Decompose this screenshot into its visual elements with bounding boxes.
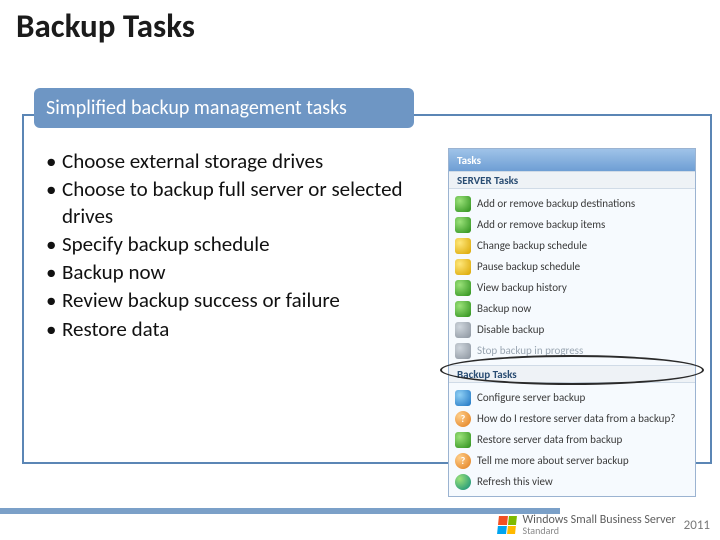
- bullet-item: •Backup now: [46, 259, 436, 285]
- brand-year: 2011: [684, 518, 710, 533]
- brand-logo: Windows Small Business Server Standard 2…: [498, 514, 710, 536]
- task-row[interactable]: Add or remove backup items: [449, 214, 695, 235]
- slide-title: Backup Tasks: [16, 6, 195, 46]
- bullet-text: Restore data: [62, 316, 436, 342]
- bullet-item: •Review backup success or failure: [46, 287, 436, 313]
- task-label: How do I restore server data from a back…: [477, 412, 675, 425]
- brand-text: Windows Small Business Server Standard: [522, 514, 675, 536]
- backup-icon: [455, 301, 471, 317]
- bullet-dot: •: [46, 148, 62, 174]
- windows-flag-icon: [498, 516, 518, 534]
- task-label: Add or remove backup items: [477, 218, 605, 231]
- drive-icon: [455, 217, 471, 233]
- help-icon: [455, 411, 471, 427]
- task-row[interactable]: Restore server data from backup: [449, 429, 695, 450]
- bullet-dot: •: [46, 259, 62, 285]
- task-label: Change backup schedule: [477, 239, 587, 252]
- bullet-item: •Choose to backup full server or selecte…: [46, 176, 436, 229]
- brand-bottom: Standard: [522, 526, 675, 536]
- bullet-text: Review backup success or failure: [62, 287, 436, 313]
- bullet-item: •Restore data: [46, 316, 436, 342]
- task-label: Configure server backup: [477, 391, 585, 404]
- task-row[interactable]: Change backup schedule: [449, 235, 695, 256]
- configure-icon: [455, 390, 471, 406]
- task-label: Backup now: [477, 302, 531, 315]
- bullet-dot: •: [46, 287, 62, 313]
- help-icon: [455, 453, 471, 469]
- server-tasks-section-title: SERVER Tasks: [449, 171, 695, 189]
- tasks-pane-header: Tasks: [449, 149, 695, 171]
- task-label: Refresh this view: [477, 475, 553, 488]
- task-row[interactable]: Add or remove backup destinations: [449, 193, 695, 214]
- clock-icon: [455, 238, 471, 254]
- backup-tasks-list: Configure server backup How do I restore…: [449, 383, 695, 496]
- task-label: Tell me more about server backup: [477, 454, 629, 467]
- task-row[interactable]: Tell me more about server backup: [449, 450, 695, 471]
- task-row[interactable]: Stop backup in progress: [449, 340, 695, 361]
- task-label: Pause backup schedule: [477, 260, 580, 273]
- bullet-item: •Choose external storage drives: [46, 148, 436, 174]
- bullet-text: Specify backup schedule: [62, 231, 436, 257]
- task-row[interactable]: Configure server backup: [449, 387, 695, 408]
- task-row[interactable]: How do I restore server data from a back…: [449, 408, 695, 429]
- task-row[interactable]: Pause backup schedule: [449, 256, 695, 277]
- refresh-icon: [455, 474, 471, 490]
- stop-icon: [455, 343, 471, 359]
- tasks-pane: Tasks SERVER Tasks Add or remove backup …: [448, 148, 696, 497]
- bullet-text: Backup now: [62, 259, 436, 285]
- task-row[interactable]: Disable backup: [449, 319, 695, 340]
- task-row[interactable]: View backup history: [449, 277, 695, 298]
- subtitle-pill: Simplified backup management tasks: [34, 88, 414, 128]
- task-label: Disable backup: [477, 323, 544, 336]
- bullet-dot: •: [46, 231, 62, 257]
- backup-tasks-section-title: Backup Tasks: [449, 365, 695, 383]
- pause-icon: [455, 259, 471, 275]
- history-icon: [455, 280, 471, 296]
- slide: Backup Tasks Simplified backup managemen…: [0, 0, 720, 540]
- bullet-text: Choose to backup full server or selected…: [62, 176, 436, 229]
- task-row[interactable]: Backup now: [449, 298, 695, 319]
- footer-divider: [0, 508, 560, 514]
- task-label: Restore server data from backup: [477, 433, 622, 446]
- drive-icon: [455, 196, 471, 212]
- restore-icon: [455, 432, 471, 448]
- subtitle-text: Simplified backup management tasks: [46, 96, 347, 120]
- bullet-dot: •: [46, 316, 62, 342]
- bullet-item: •Specify backup schedule: [46, 231, 436, 257]
- bullet-text: Choose external storage drives: [62, 148, 436, 174]
- bullet-dot: •: [46, 176, 62, 229]
- bullet-list: •Choose external storage drives •Choose …: [46, 148, 436, 344]
- task-label: Add or remove backup destinations: [477, 197, 635, 210]
- task-label: Stop backup in progress: [477, 344, 583, 357]
- task-row[interactable]: Refresh this view: [449, 471, 695, 492]
- server-tasks-list: Add or remove backup destinations Add or…: [449, 189, 695, 365]
- task-label: View backup history: [477, 281, 567, 294]
- disable-icon: [455, 322, 471, 338]
